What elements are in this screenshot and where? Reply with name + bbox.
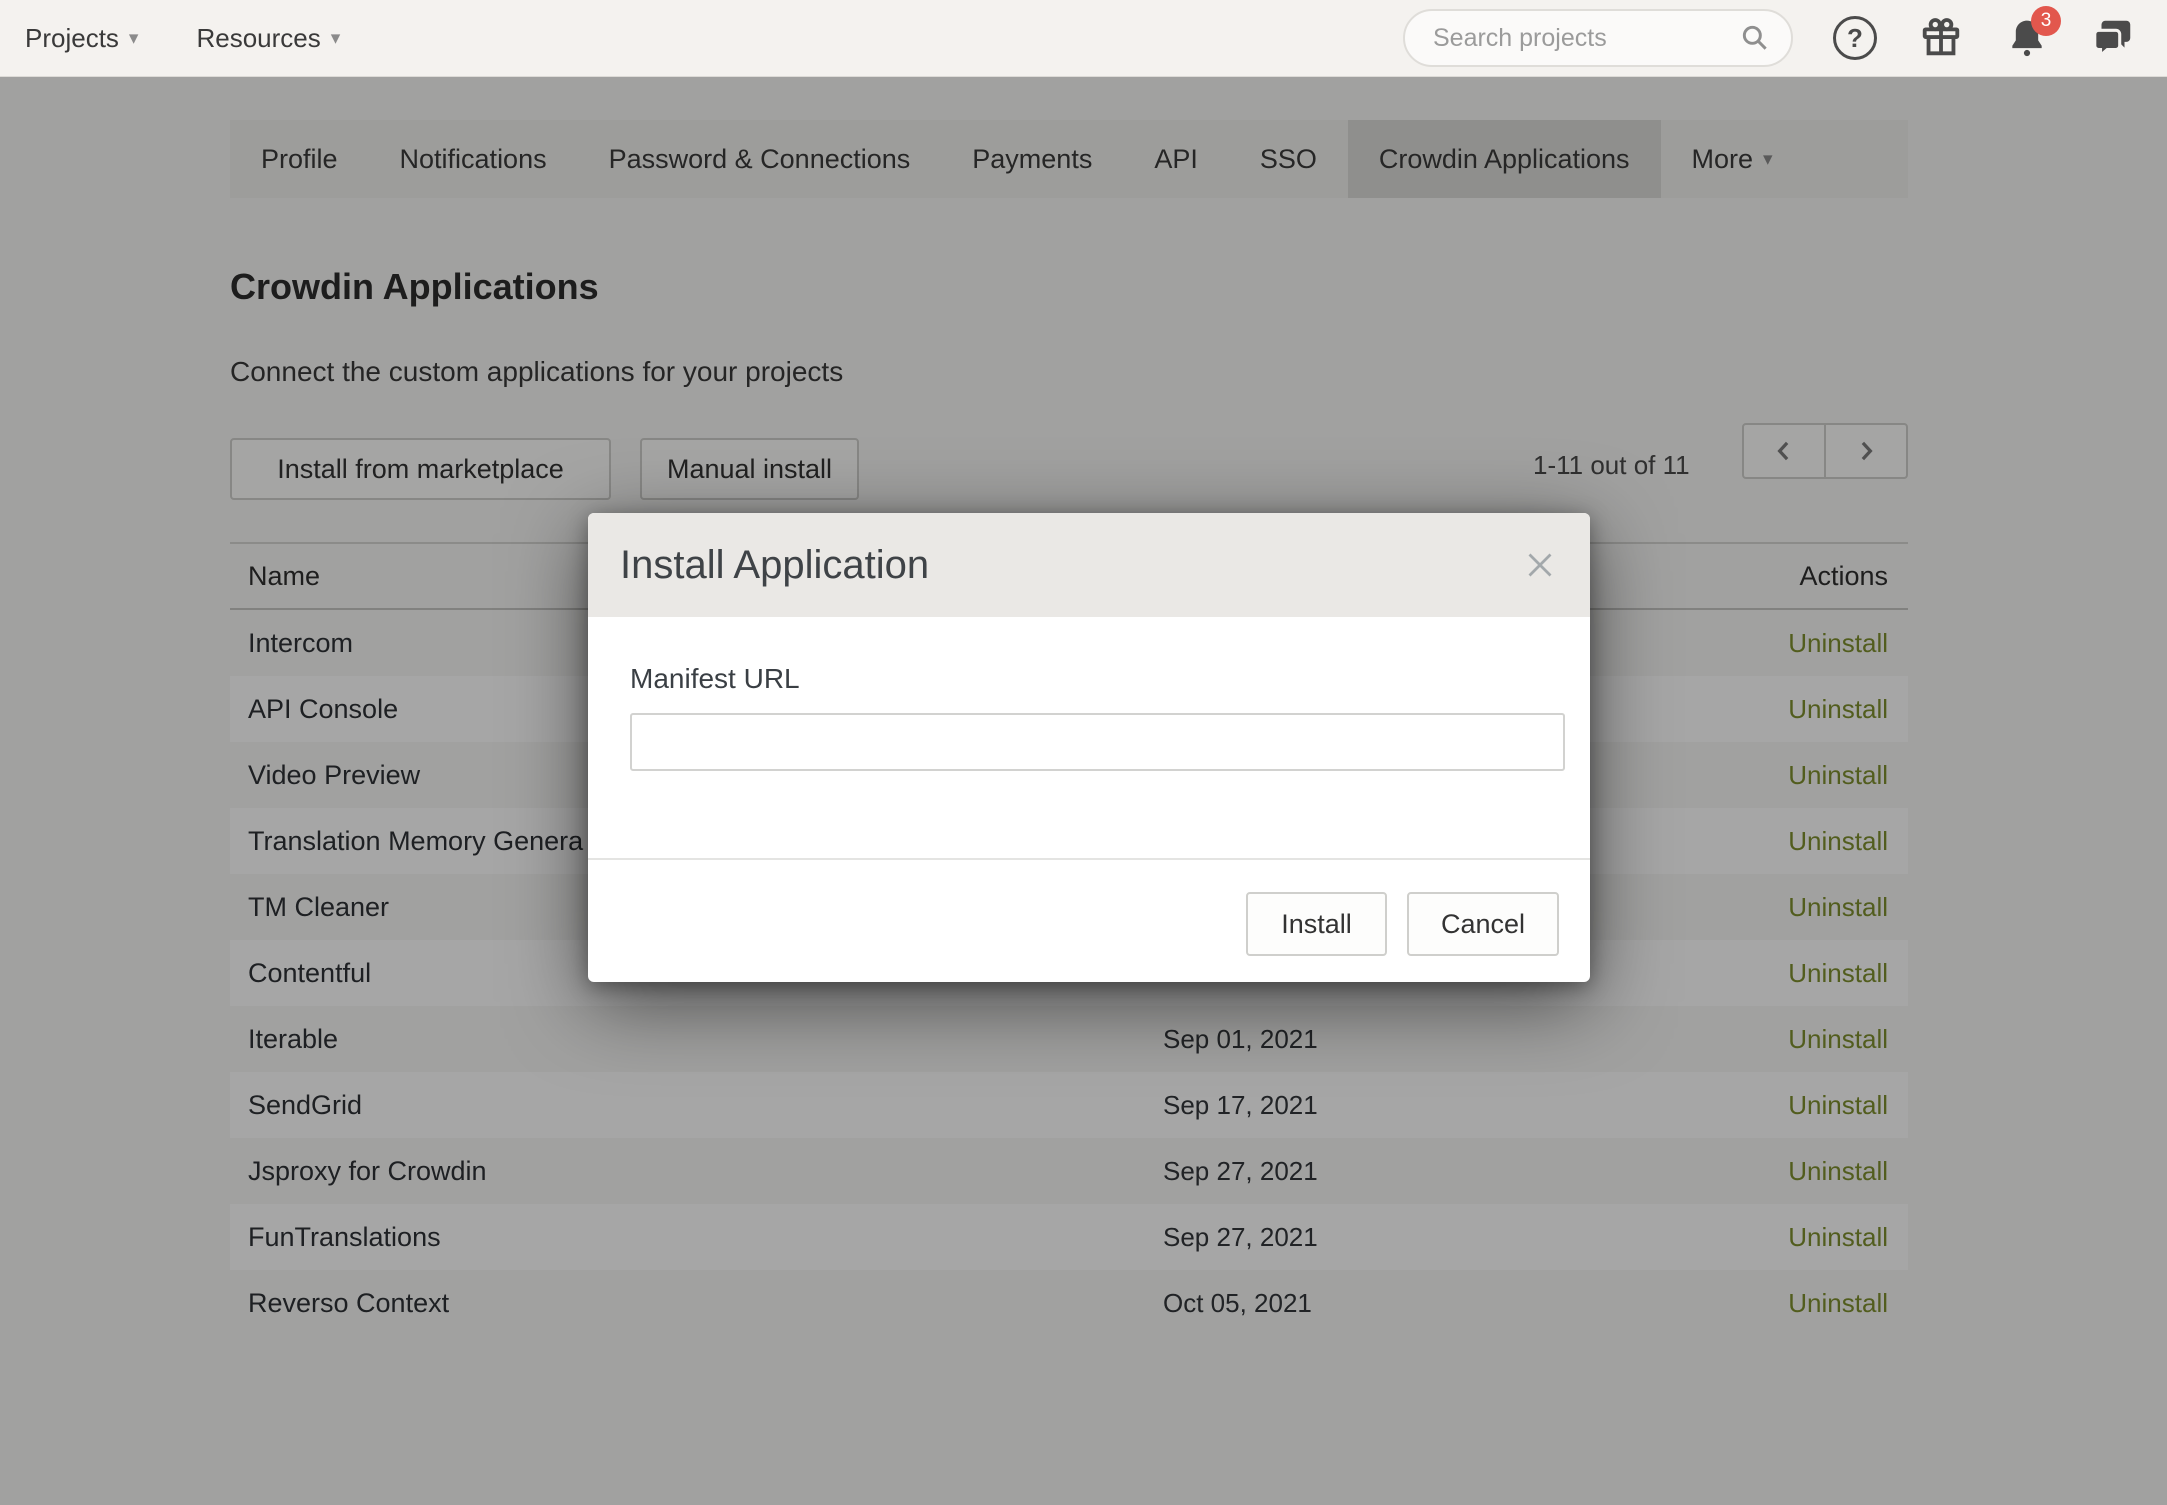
primary-nav: Projects ▾ Resources ▾ <box>25 23 340 54</box>
nav-projects[interactable]: Projects ▾ <box>25 23 138 54</box>
messages-button[interactable] <box>2089 14 2137 62</box>
help-icon: ? <box>1833 16 1877 60</box>
whats-new-button[interactable] <box>1917 14 1965 62</box>
gift-icon <box>1918 15 1964 61</box>
modal-footer: Install Cancel <box>1246 892 1559 956</box>
install-button[interactable]: Install <box>1246 892 1387 956</box>
chevron-down-icon: ▾ <box>331 29 341 48</box>
modal-footer-divider <box>588 858 1590 860</box>
chevron-down-icon: ▾ <box>129 29 139 48</box>
notification-badge: 3 <box>2031 6 2061 36</box>
notifications-button[interactable]: 3 <box>2003 14 2051 62</box>
crowdin-settings-page: Projects ▾ Resources ▾ ? <box>0 0 2167 1505</box>
close-icon[interactable] <box>1522 547 1558 583</box>
nav-resources-label: Resources <box>196 23 320 54</box>
cancel-button[interactable]: Cancel <box>1407 892 1559 956</box>
install-application-modal: Install Application Manifest URL Install… <box>588 513 1590 982</box>
nav-projects-label: Projects <box>25 23 119 54</box>
modal-title: Install Application <box>620 543 929 588</box>
top-navigation-bar: Projects ▾ Resources ▾ ? <box>0 0 2167 77</box>
modal-header: Install Application <box>588 513 1590 617</box>
modal-body: Manifest URL <box>588 617 1590 771</box>
help-button[interactable]: ? <box>1831 14 1879 62</box>
search-icon[interactable] <box>1739 22 1771 54</box>
search-input[interactable] <box>1431 23 1725 54</box>
manifest-url-input[interactable] <box>630 713 1565 771</box>
topbar-actions: ? 3 <box>1403 9 2137 67</box>
project-search <box>1403 9 1793 67</box>
chat-icon <box>2090 15 2136 61</box>
manifest-url-label: Manifest URL <box>630 663 1548 695</box>
nav-resources[interactable]: Resources ▾ <box>196 23 340 54</box>
